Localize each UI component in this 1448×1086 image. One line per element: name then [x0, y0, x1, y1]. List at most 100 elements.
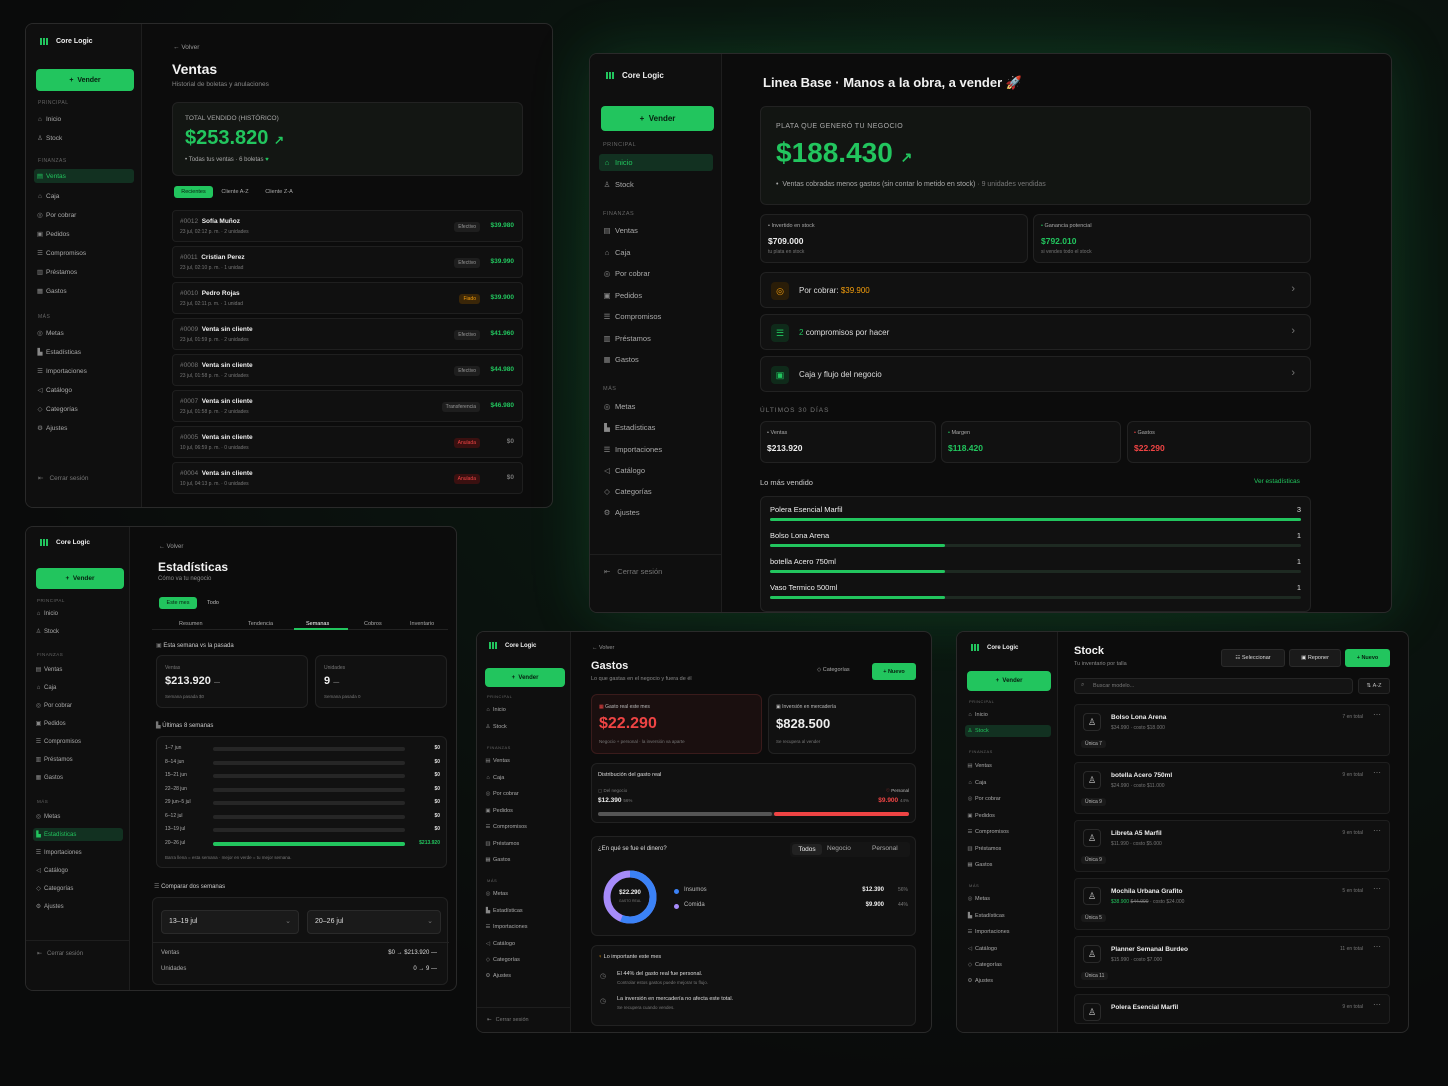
sidebar-item-metas[interactable]: ◎ Metas — [34, 326, 134, 340]
stock-item[interactable]: ♙ Planner Semanal Burdeo $15.990 · costo… — [1074, 936, 1390, 988]
sidebar-item-por-cobrar[interactable]: ◎ Por cobrar — [965, 793, 1051, 805]
sidebar-item-importaciones[interactable]: ☰ Importaciones — [33, 846, 123, 859]
sale-row[interactable]: #0004 Venta sin cliente 10 jul, 04:13 p.… — [172, 462, 523, 494]
sidebar-item-estadisticas[interactable]: ▙ Estadísticas — [33, 828, 123, 841]
porcobrar-row[interactable]: ◎ Por cobrar: $39.900 › — [760, 272, 1311, 308]
sidebar-item-ventas[interactable]: ▤ Ventas — [483, 755, 565, 767]
logout-button[interactable]: ⇤ Cerrar sesión — [37, 950, 83, 958]
filter-negocio[interactable]: Negocio — [827, 845, 851, 852]
sidebar-item-ventas[interactable]: ▤ Ventas — [965, 760, 1051, 772]
caja-row[interactable]: ▣ Caja y flujo del negocio › — [760, 356, 1311, 392]
sidebar-item-gastos[interactable]: ▦ Gastos — [34, 284, 134, 298]
sidebar-item-caja[interactable]: ⌂ Caja — [33, 681, 123, 694]
sidebar-item-categorias[interactable]: ◇ Categorías — [599, 483, 713, 500]
vender-button[interactable]: + Vender — [601, 106, 714, 131]
sidebar-item-catalogo[interactable]: ◁ Catálogo — [483, 938, 565, 950]
vender-button[interactable]: + Vender — [967, 671, 1051, 691]
stock-item[interactable]: ♙ Polera Esencial Marfil 9 en total ⋯ — [1074, 994, 1390, 1024]
sidebar-item-prestamos[interactable]: ▥ Préstamos — [965, 843, 1051, 855]
tab-resumen[interactable]: Resumen — [179, 621, 203, 627]
sidebar-item-por-cobrar[interactable]: ◎ Por cobrar — [599, 265, 713, 282]
sidebar-item-por-cobrar[interactable]: ◎ Por cobrar — [33, 699, 123, 712]
sidebar-item-compromisos[interactable]: ☰ Compromisos — [483, 821, 565, 833]
nuevo-gasto-button[interactable]: + Nuevo — [872, 663, 916, 680]
stock-item[interactable]: ♙ Libreta A5 Marfil $11.990 · costo $5.0… — [1074, 820, 1390, 872]
range-este-mes[interactable]: Este mes — [159, 597, 197, 609]
more-icon[interactable]: ⋯ — [1373, 826, 1381, 835]
more-icon[interactable]: ⋯ — [1373, 1000, 1381, 1009]
sidebar-item-importaciones[interactable]: ☰ Importaciones — [483, 921, 565, 933]
sidebar-item-stock[interactable]: ♙ Stock — [599, 176, 713, 193]
ver-estadisticas-link[interactable]: Ver estadísticas — [1254, 478, 1300, 485]
sidebar-item-stock[interactable]: ♙ Stock — [483, 721, 565, 733]
sort-button[interactable]: ⇅ A-Z — [1358, 678, 1390, 694]
sale-row[interactable]: #0011 Cristian Perez 23 jul, 02:10 p. m.… — [172, 246, 523, 278]
sidebar-item-caja[interactable]: ⌂ Caja — [34, 189, 134, 203]
sidebar-item-ajustes[interactable]: ⚙ Ajustes — [33, 900, 123, 913]
logout-button[interactable]: ⇤ Cerrar sesión — [604, 567, 662, 576]
logout-button[interactable]: ⇤ Cerrar sesión — [487, 1017, 529, 1023]
sidebar-item-compromisos[interactable]: ☰ Compromisos — [599, 308, 713, 325]
sidebar-item-categorias[interactable]: ◇ Categorías — [483, 954, 565, 966]
sidebar-item-metas[interactable]: ◎ Metas — [33, 810, 123, 823]
sidebar-item-inicio[interactable]: ⌂ Inicio — [965, 709, 1051, 721]
stock-item[interactable]: ♙ botella Acero 750ml $24.990 · costo $1… — [1074, 762, 1390, 814]
sidebar-item-importaciones[interactable]: ☰ Importaciones — [599, 441, 713, 458]
sidebar-item-metas[interactable]: ◎ Metas — [599, 398, 713, 415]
sidebar-item-inicio[interactable]: ⌂ Inicio — [34, 112, 134, 126]
range-todo[interactable]: Todo — [200, 597, 226, 609]
nuevo-producto-button[interactable]: + Nuevo — [1345, 649, 1390, 667]
sidebar-item-importaciones[interactable]: ☰ Importaciones — [965, 926, 1051, 938]
back-link[interactable]: ← Volver — [592, 645, 614, 651]
sidebar-item-catalogo[interactable]: ◁ Catálogo — [965, 943, 1051, 955]
sidebar-item-pedidos[interactable]: ▣ Pedidos — [34, 227, 134, 241]
sidebar-item-pedidos[interactable]: ▣ Pedidos — [599, 287, 713, 304]
sale-row[interactable]: #0008 Venta sin cliente 23 jul, 01:58 p.… — [172, 354, 523, 386]
sidebar-item-ajustes[interactable]: ⚙ Ajustes — [34, 421, 134, 435]
sidebar-item-categorias[interactable]: ◇ Categorías — [34, 402, 134, 416]
sidebar-item-caja[interactable]: ⌂ Caja — [599, 244, 713, 261]
sidebar-item-estadisticas[interactable]: ▙ Estadísticas — [483, 905, 565, 917]
sidebar-item-compromisos[interactable]: ☰ Compromisos — [33, 735, 123, 748]
sidebar-item-caja[interactable]: ⌂ Caja — [965, 777, 1051, 789]
sidebar-item-pedidos[interactable]: ▣ Pedidos — [483, 805, 565, 817]
sidebar-item-prestamos[interactable]: ▥ Préstamos — [34, 265, 134, 279]
sidebar-item-prestamos[interactable]: ▥ Préstamos — [33, 753, 123, 766]
back-link[interactable]: ← Volver — [159, 544, 183, 550]
sidebar-item-compromisos[interactable]: ☰ Compromisos — [34, 246, 134, 260]
sale-row[interactable]: #0007 Venta sin cliente 23 jul, 01:58 p.… — [172, 390, 523, 422]
sidebar-item-metas[interactable]: ◎ Metas — [483, 888, 565, 900]
more-icon[interactable]: ⋯ — [1373, 884, 1381, 893]
sidebar-item-pedidos[interactable]: ▣ Pedidos — [33, 717, 123, 730]
sidebar-item-ventas[interactable]: ▤ Ventas — [599, 222, 713, 239]
sidebar-item-catalogo[interactable]: ◁ Catálogo — [599, 462, 713, 479]
search-input[interactable]: ⌕ Buscar modelo... — [1074, 678, 1353, 694]
sidebar-item-categorias[interactable]: ◇ Categorías — [965, 959, 1051, 971]
sidebar-item-por-cobrar[interactable]: ◎ Por cobrar — [34, 208, 134, 222]
sidebar-item-gastos[interactable]: ▦ Gastos — [965, 859, 1051, 871]
sidebar-item-ajustes[interactable]: ⚙ Ajustes — [483, 970, 565, 982]
back-link[interactable]: ← Volver — [173, 44, 199, 51]
week-select-b[interactable]: 20–26 jul ⌄ — [307, 910, 441, 934]
sale-row[interactable]: #0010 Pedro Rojas 23 jul, 02:11 p. m. · … — [172, 282, 523, 314]
sidebar-item-categorias[interactable]: ◇ Categorías — [33, 882, 123, 895]
logout-button[interactable]: ⇤ Cerrar sesión — [38, 474, 88, 483]
sidebar-item-ventas[interactable]: ▤ Ventas — [34, 169, 134, 183]
stock-item[interactable]: ♙ Mochila Urbana Grafito $38.900 $44.990… — [1074, 878, 1390, 930]
seleccionar-button[interactable]: ☷ Seleccionar — [1221, 649, 1285, 667]
sidebar-item-gastos[interactable]: ▦ Gastos — [33, 771, 123, 784]
sidebar-item-caja[interactable]: ⌂ Caja — [483, 772, 565, 784]
sidebar-item-gastos[interactable]: ▦ Gastos — [599, 351, 713, 368]
sidebar-item-inicio[interactable]: ⌂ Inicio — [599, 154, 713, 171]
sidebar-item-compromisos[interactable]: ☰ Compromisos — [965, 826, 1051, 838]
vender-button[interactable]: + Vender — [36, 568, 124, 589]
sidebar-item-estadisticas[interactable]: ▙ Estadísticas — [965, 910, 1051, 922]
filter-cliente-za[interactable]: Cliente Z-A — [260, 186, 298, 198]
vender-button[interactable]: + Vender — [485, 668, 565, 687]
sidebar-item-stock[interactable]: ♙ Stock — [33, 625, 123, 638]
sidebar-item-gastos[interactable]: ▦ Gastos — [483, 854, 565, 866]
sidebar-item-metas[interactable]: ◎ Metas — [965, 893, 1051, 905]
sale-row[interactable]: #0012 Sofía Muñoz 23 jul, 02:12 p. m. · … — [172, 210, 523, 242]
sidebar-item-pedidos[interactable]: ▣ Pedidos — [965, 810, 1051, 822]
sidebar-item-estadisticas[interactable]: ▙ Estadísticas — [34, 345, 134, 359]
